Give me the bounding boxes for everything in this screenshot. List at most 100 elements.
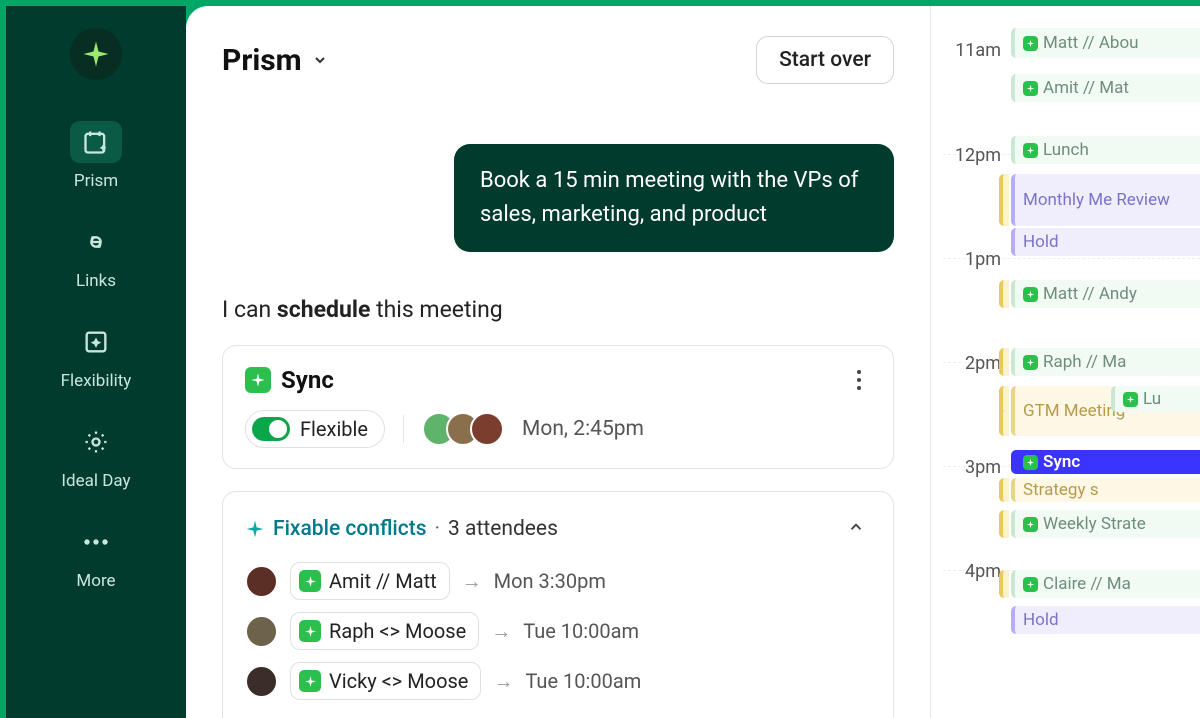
attendee-avatars[interactable] [422,412,504,446]
conflict-row: Vicky <> Moose → Tue 10:00am [245,662,871,700]
event-title: Amit // Mat [1043,78,1129,98]
conflict-event-title: Raph <> Moose [329,619,466,643]
meeting-title: Sync [245,366,334,394]
conflict-event-pill[interactable]: Amit // Matt [290,562,450,600]
fixable-conflicts-link[interactable]: Fixable conflicts [273,517,427,541]
calendar-event[interactable]: Lu [1111,386,1200,412]
calendar-event-stripe [999,174,1009,226]
event-title: Lunch [1043,140,1089,160]
workspace-switcher[interactable]: Prism [222,43,328,78]
nav-label: Flexibility [61,371,132,391]
conflict-event-pill[interactable]: Raph <> Moose [290,612,479,650]
calendar-event[interactable]: Raph // Ma [1011,348,1200,376]
sparkle-badge-icon [299,620,321,642]
calendar-sparkle-icon [82,128,110,156]
calendar-event[interactable]: Claire // Ma [1011,570,1200,598]
hour-label: 1pm [943,249,1001,270]
sparkle-icon [245,519,265,539]
conflict-new-time: Tue 10:00am [523,619,639,643]
calendar-column: 11am12pm1pm2pm3pm4pm Matt // AbouAmit //… [930,6,1200,718]
calendar-event[interactable]: Amit // Mat [1011,74,1200,102]
nav-flexibility[interactable]: Flexibility [6,317,186,395]
conflict-new-time: Tue 10:00am [525,669,641,693]
calendar-event[interactable]: Weekly Strate [1011,510,1200,538]
nav-links[interactable]: Links [6,217,186,295]
link-icon [82,228,110,256]
attendee-count: 3 attendees [448,517,558,541]
avatar [245,615,278,648]
workspace-title: Prism [222,43,302,78]
calendar-event-stripe [999,280,1009,308]
calendar-event[interactable]: Strategy s [1011,478,1200,502]
event-title: Sync [1043,452,1080,472]
sparkle-logo-icon [81,39,111,69]
hour-label: 11am [943,40,1001,61]
calendar-event[interactable]: Hold [1011,606,1200,634]
nav-label: Prism [74,171,118,191]
nav-ideal-day[interactable]: Ideal Day [6,417,186,495]
calendar-event-stripe [999,386,1009,412]
nav-label: Ideal Day [61,471,130,491]
user-message: Book a 15 min meeting with the VPs of sa… [454,144,894,252]
event-title: Matt // Abou [1043,33,1139,53]
nav-prism[interactable]: Prism [6,117,186,195]
event-title: Claire // Ma [1043,574,1131,594]
sparkle-badge-icon [299,570,321,592]
calendar-event-stripe [999,478,1009,502]
chevron-down-icon [312,52,328,68]
calendar-event[interactable]: Hold [1011,228,1200,256]
app-logo [70,28,122,80]
calendar-event[interactable]: Monthly Me Review [1011,174,1200,226]
sparkle-badge-icon [245,367,271,393]
calendar-event[interactable]: Matt // Abou [1011,28,1200,58]
start-over-button[interactable]: Start over [756,36,894,84]
event-title: Matt // Andy [1043,284,1137,304]
hour-label: 2pm [943,353,1001,374]
sparkle-badge-icon [1023,355,1038,370]
sparkle-badge-icon [1023,577,1038,592]
avatar [245,665,278,698]
calendar-event[interactable]: Sync [1011,450,1200,474]
ellipsis-icon [82,537,110,547]
collapse-button[interactable] [841,512,871,546]
arrow-right-icon: → [491,619,511,644]
toggle-switch-icon [252,417,290,441]
arrow-right-icon: → [493,669,513,694]
sparkle-badge-icon [1023,517,1038,532]
calendar-event[interactable]: Lunch [1011,136,1200,164]
flexible-toggle[interactable]: Flexible [245,410,385,448]
conflict-event-title: Amit // Matt [329,569,437,593]
sparkle-badge-icon [299,670,321,692]
avatar [245,565,278,598]
calendar-event-stripe [999,348,1009,376]
arrow-right-icon: → [462,569,482,594]
meeting-time: Mon, 2:45pm [522,417,644,441]
nav-more[interactable]: More [6,517,186,595]
event-title: Lu [1143,389,1161,409]
sparkle-badge-icon [1023,287,1038,302]
conflicts-card: Fixable conflicts · 3 attendees Amit // … [222,491,894,718]
conflict-row: Raph <> Moose → Tue 10:00am [245,612,871,650]
event-title: GTM Meeting [1023,401,1125,421]
calendar-event-stripe [999,570,1009,598]
sparkle-badge-icon [1023,455,1038,470]
sidebar: Prism Links Flexibility [6,6,186,718]
calendar-event[interactable]: Matt // Andy [1011,280,1200,308]
nav-label: More [76,571,115,591]
flexibility-icon [82,328,110,356]
event-title: Raph // Ma [1043,352,1126,372]
sun-icon [82,428,110,456]
conflict-event-title: Vicky <> Moose [329,669,468,693]
hour-label: 3pm [943,457,1001,478]
event-title: Weekly Strate [1043,514,1146,534]
conflict-event-pill[interactable]: Vicky <> Moose [290,662,481,700]
card-menu-button[interactable] [847,370,871,390]
event-title: Monthly Me Review [1023,190,1170,210]
nav-label: Links [76,271,116,291]
sparkle-badge-icon [1023,143,1038,158]
assistant-intro: I can schedule this meeting [222,296,894,323]
event-title: Hold [1023,232,1059,252]
chat-column: Prism Start over Book a 15 min meeting w… [186,6,930,718]
sparkle-badge-icon [1023,36,1038,51]
event-title: Strategy s [1023,480,1099,500]
